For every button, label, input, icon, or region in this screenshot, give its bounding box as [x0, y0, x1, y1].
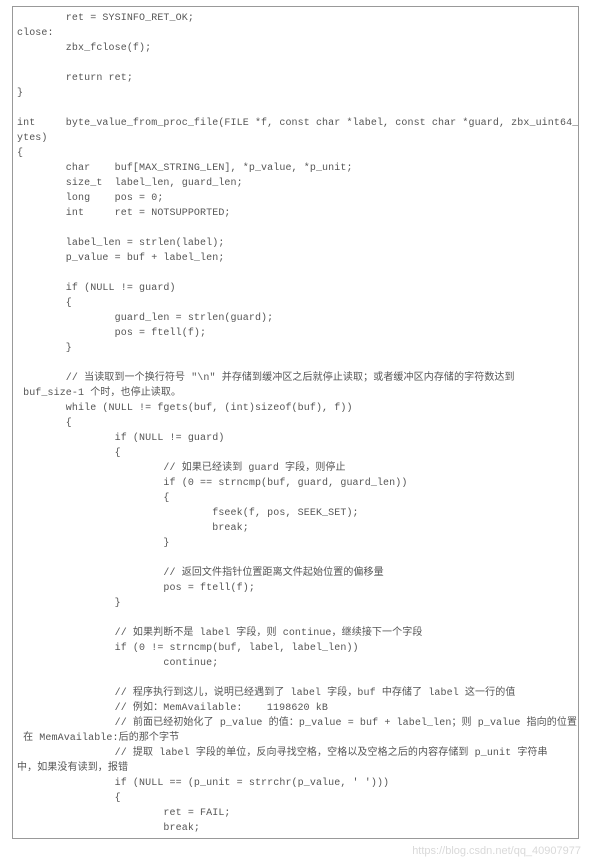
watermark-text: https://blog.csdn.net/qq_40907977 [0, 843, 589, 861]
code-content: ret = SYSINFO_RET_OK; close: zbx_fclose(… [17, 11, 574, 836]
page-container: ret = SYSINFO_RET_OK; close: zbx_fclose(… [0, 0, 589, 843]
code-block-frame: ret = SYSINFO_RET_OK; close: zbx_fclose(… [12, 6, 579, 839]
